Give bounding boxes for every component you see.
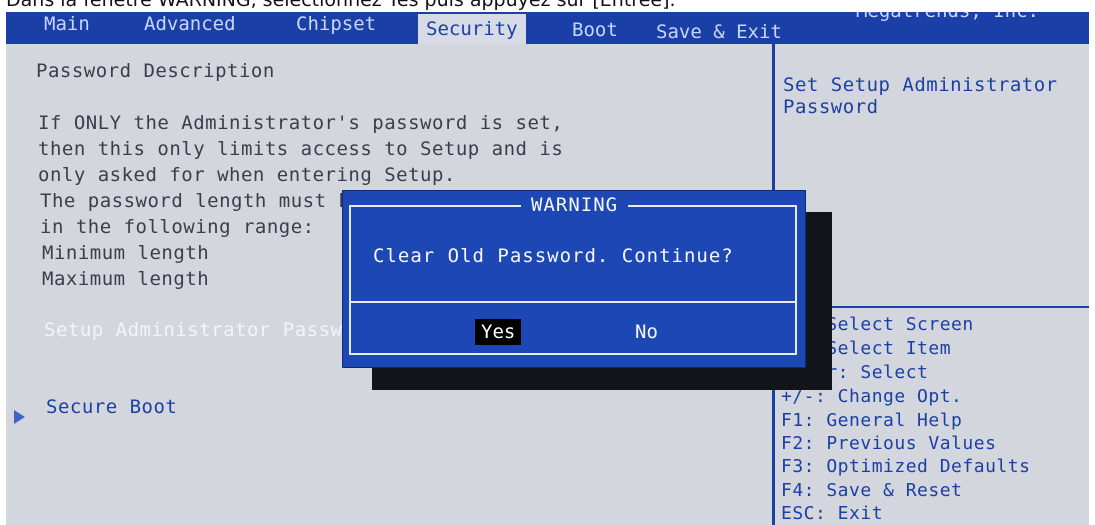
- desc-line: The password length must be: [40, 190, 363, 212]
- yes-button[interactable]: Yes: [475, 319, 522, 345]
- caption-strip: Dans la fenêtre WARNING, sélectionnez Ye…: [0, 0, 1095, 12]
- dialog-title: WARNING: [521, 194, 629, 216]
- key-hint: F2: Previous Values: [781, 433, 997, 454]
- desc-line: only asked for when entering Setup.: [38, 164, 456, 186]
- tab-main[interactable]: Main: [44, 12, 90, 40]
- tab-security[interactable]: Security: [418, 14, 526, 44]
- help-text: Set Setup Administrator: [783, 74, 1058, 96]
- desc-line: in the following range:: [40, 216, 315, 238]
- min-length-label: Minimum length: [42, 242, 210, 264]
- dialog-message: Clear Old Password. Continue?: [373, 245, 734, 267]
- key-hint: F3: Optimized Defaults: [781, 456, 1031, 477]
- dialog-separator: [351, 301, 795, 303]
- password-description-heading: Password Description: [36, 60, 275, 82]
- warning-dialog: WARNING Clear Old Password. Continue? Ye…: [342, 190, 806, 368]
- key-hint: F4: Save & Reset: [781, 480, 963, 501]
- no-button[interactable]: No: [629, 319, 664, 345]
- help-text: Password: [783, 96, 879, 118]
- max-length-label: Maximum length: [42, 268, 210, 290]
- key-hint: F1: General Help: [781, 410, 963, 431]
- setup-admin-password-item[interactable]: Setup Administrator Password: [44, 319, 378, 341]
- desc-line: If ONLY the Administrator's password is …: [38, 112, 564, 134]
- tab-chipset[interactable]: Chipset: [296, 12, 376, 40]
- key-hint: ESC: Exit: [781, 503, 884, 524]
- submenu-arrow-icon: [14, 410, 25, 424]
- vendor-text: Megatrends, Inc.: [856, 12, 1039, 22]
- dialog-frame: WARNING Clear Old Password. Continue? Ye…: [349, 194, 797, 355]
- tab-boot[interactable]: Boot: [572, 14, 618, 44]
- secure-boot-item[interactable]: Secure Boot: [46, 396, 177, 418]
- desc-line: then this only limits access to Setup an…: [38, 138, 564, 160]
- tab-save-exit[interactable]: Save & Exit: [656, 16, 782, 44]
- tab-advanced[interactable]: Advanced: [144, 12, 236, 40]
- caption-text: Dans la fenêtre WARNING, sélectionnez Ye…: [6, 0, 676, 11]
- menu-bar: Main Advanced Chipset Security Boot Save…: [6, 12, 1089, 44]
